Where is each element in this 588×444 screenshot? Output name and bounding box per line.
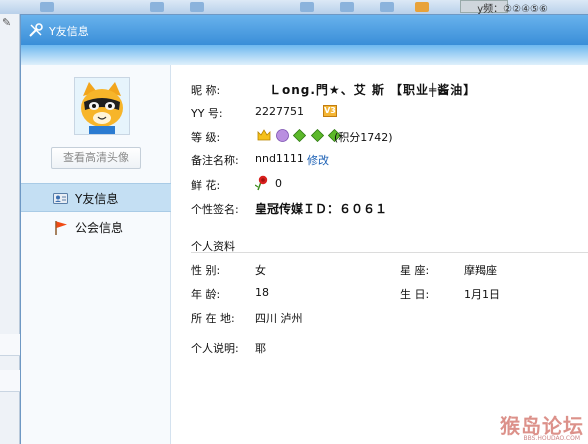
bio-value: 耶 [255,342,266,355]
birthday-value: 1月1日 [464,288,500,301]
location-value: 四川 泸州 [255,312,303,325]
toolbar-icon [40,2,54,12]
background-strip [0,334,20,356]
toolbar-icon [300,2,314,12]
tools-icon [29,23,43,37]
toolbar-icon [415,2,429,12]
signature-value: 皇冠传媒ＩＤ：６０６１ [255,202,388,216]
signature-label: 个性签名: [191,203,239,216]
leaf-icon [292,128,307,142]
leaf-icon [310,128,324,142]
nickname-value: Ｌong.門★、艾 斯 【职业╪酱油】 [269,83,477,97]
view-hd-avatar-button[interactable]: 查看高清头像 [51,147,141,169]
rose-icon [255,175,268,191]
remark-value: nnd1111 [255,152,304,165]
background-username: y频：②②④⑤⑥ [477,4,548,15]
zodiac-value: 摩羯座 [464,264,497,277]
window-title: Y友信息 [49,25,89,38]
header-band [21,45,588,65]
age-value: 18 [255,286,269,299]
birthday-label: 生 日: [400,288,430,301]
zodiac-label: 星 座: [400,264,430,277]
crown-icon [257,128,271,140]
toolbar-icon [150,2,164,12]
yy-bear-avatar-icon [75,78,129,134]
sidebar-item-yy-friend-info[interactable]: Y友信息 [21,183,171,212]
flag-icon [55,221,67,235]
edit-remark-link[interactable]: 修改 [307,152,329,168]
avatar[interactable] [74,77,130,135]
background-strip [0,370,20,392]
title-bar[interactable]: Y友信息 [21,15,588,45]
sidebar-item-label: 公会信息 [75,221,124,235]
age-label: 年 龄: [191,288,221,301]
yy-number-label: YY 号: [191,107,223,120]
toolbar-icon [340,2,354,12]
level-icons [257,128,342,142]
flowers-label: 鲜 花: [191,179,221,192]
profile-content: 昵 称: Ｌong.門★、艾 斯 【职业╪酱油】 YY 号: 2227751 V… [171,65,588,444]
sidebar-item-guild-info[interactable]: 公会信息 [21,213,171,242]
toolbar-icon [190,2,204,12]
flowers-value: 0 [275,177,282,190]
background-left-panel: ✎ [0,14,20,444]
vip-badge: V3 [323,104,337,117]
yy-number-value: 2227751 [255,105,304,118]
level-points: (积分1742) [334,131,393,144]
gender-label: 性 别: [191,264,221,277]
moon-icon [275,128,289,142]
section-divider [191,252,588,253]
gender-value: 女 [255,264,266,277]
bio-label: 个人说明: [191,342,239,355]
watermark-subtext: BBS.HOUDAO.COM [523,435,580,442]
profile-dialog: Y友信息 查看高清头像 Y友信息 公会信息 昵 称: Ｌong.門★、艾 斯 【… [20,14,588,444]
sidebar: 查看高清头像 Y友信息 公会信息 [21,65,171,444]
remark-label: 备注名称: [191,154,239,167]
vip-level-icon: V3 [323,105,337,117]
location-label: 所 在 地: [191,312,235,325]
sidebar-item-label: Y友信息 [75,192,119,206]
person-card-icon [53,193,68,204]
pen-icon: ✎ [2,16,12,29]
level-label: 等 级: [191,131,221,144]
toolbar-icon [380,2,394,12]
background-toolbar: y频：②②④⑤⑥ [0,0,588,15]
nickname-label: 昵 称: [191,84,221,97]
